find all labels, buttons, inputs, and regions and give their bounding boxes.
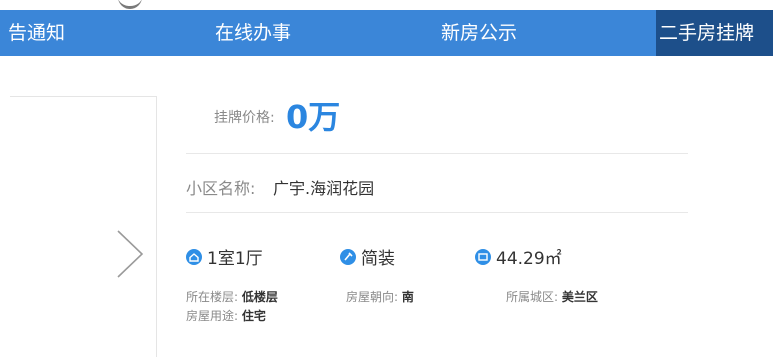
nav-item-notices[interactable]: 告通知 bbox=[8, 10, 65, 56]
feature-area-text: 44.29㎡ bbox=[496, 249, 562, 269]
house-icon bbox=[186, 248, 202, 265]
detail-floor-label: 所在楼层: bbox=[186, 290, 239, 304]
feature-area: 44.29㎡ bbox=[475, 244, 562, 269]
chevron-right-icon[interactable] bbox=[112, 229, 146, 279]
nav-item-online-services[interactable]: 在线办事 bbox=[215, 10, 291, 56]
nav-item-resale-listings[interactable]: 二手房挂牌 bbox=[656, 10, 773, 56]
main-nav: 告通知 在线办事 新房公示 二手房挂牌 bbox=[0, 10, 773, 56]
detail-orientation-label: 房屋朝向: bbox=[346, 290, 399, 304]
detail-orientation: 房屋朝向: 南 bbox=[346, 288, 414, 305]
feature-layout: 1室1厅 bbox=[186, 244, 263, 269]
detail-usage-label: 房屋用途: bbox=[186, 309, 239, 323]
detail-floor-value: 低楼层 bbox=[241, 290, 278, 304]
area-icon bbox=[475, 248, 491, 265]
detail-usage-value: 住宅 bbox=[241, 309, 266, 323]
photo-carousel bbox=[10, 96, 157, 357]
divider bbox=[186, 153, 688, 154]
top-strip bbox=[0, 0, 773, 10]
feature-decoration: 简装 bbox=[340, 244, 395, 269]
community-value: 广宇.海润花园 bbox=[273, 179, 375, 198]
feature-decoration-text: 简装 bbox=[361, 249, 395, 269]
detail-usage: 房屋用途: 住宅 bbox=[186, 307, 266, 324]
logo-fragment bbox=[118, 0, 142, 9]
community-label: 小区名称: bbox=[186, 179, 256, 198]
detail-district-value: 美兰区 bbox=[561, 290, 598, 304]
divider bbox=[186, 212, 688, 213]
price-label: 挂牌价格: bbox=[214, 110, 275, 126]
detail-district-label: 所属城区: bbox=[506, 290, 559, 304]
detail-floor: 所在楼层: 低楼层 bbox=[186, 288, 278, 305]
price-value: 0万 bbox=[286, 98, 341, 136]
detail-orientation-value: 南 bbox=[401, 290, 414, 304]
detail-district: 所属城区: 美兰区 bbox=[506, 288, 598, 305]
nav-item-new-homes[interactable]: 新房公示 bbox=[441, 10, 517, 56]
brush-icon bbox=[340, 248, 356, 265]
feature-layout-text: 1室1厅 bbox=[207, 249, 263, 269]
